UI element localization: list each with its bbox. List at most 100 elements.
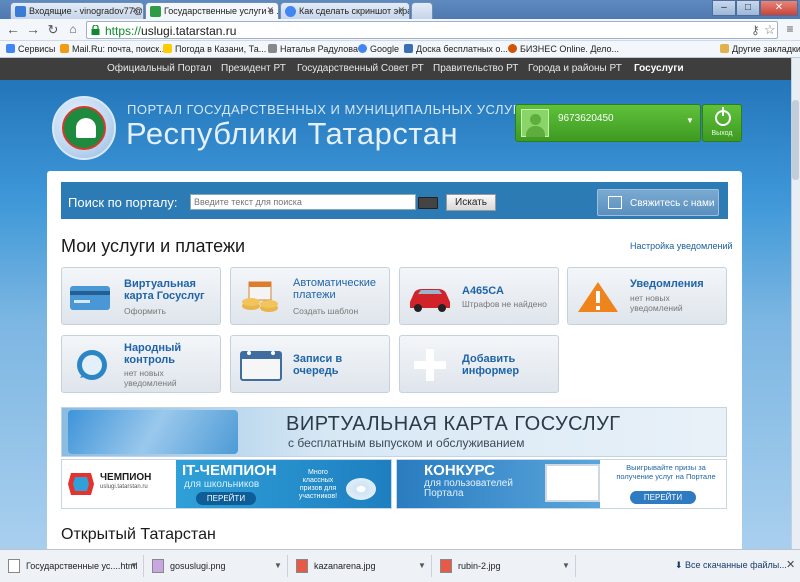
search-button[interactable]: Искать <box>446 194 496 211</box>
card-title: Добавить информер <box>462 353 520 377</box>
bookmark-business[interactable]: БИЗНЕС Online. Дело... <box>508 43 619 55</box>
board-icon <box>404 44 413 53</box>
card-subtitle: Создать шаблон <box>293 306 359 316</box>
tab-gosuslugi[interactable]: Государственные услуги в ... ✕ <box>145 2 279 20</box>
card-subtitle: Штрафов не найдено <box>462 299 547 309</box>
forward-icon[interactable]: → <box>26 22 40 38</box>
search-label: Поиск по порталу: <box>68 195 178 210</box>
car-icon <box>410 289 450 312</box>
lock-icon <box>91 25 100 35</box>
card-subtitle: нет новых уведомлений <box>630 293 683 313</box>
contact-button[interactable]: Свяжитесь с нами <box>597 189 719 216</box>
close-icon[interactable]: ✕ <box>266 5 274 16</box>
page-content-layer: Поиск по порталу: Искать Свяжитесь с нам… <box>0 58 791 549</box>
url-host: uslugi.tatarstan.ru <box>141 24 237 38</box>
download-item[interactable]: rubin-2.jpg ▼ <box>434 555 576 577</box>
it-promo-button[interactable]: ПЕРЕЙТИ <box>196 492 256 505</box>
calendar-icon <box>240 351 282 381</box>
url-scheme: https:// <box>105 24 142 38</box>
download-item[interactable]: Государственные ус....html ▼ <box>2 555 144 577</box>
download-arrow-icon: ⬇ <box>675 560 686 570</box>
browser-toolbar: ← → ↻ ⌂ https://uslugi.tatarstan.ru ⚷ ☆ … <box>0 19 800 41</box>
chat-bubble-icon <box>77 350 107 380</box>
bookmark-label: БИЗНЕС Online. Дело... <box>520 44 619 54</box>
bookmark-services[interactable]: Сервисы <box>6 43 55 55</box>
chevron-down-icon[interactable]: ▼ <box>274 561 282 570</box>
card-add-informer[interactable]: Добавить информер <box>399 335 559 393</box>
card-title: Записи в очередь <box>293 353 343 377</box>
chevron-down-icon[interactable]: ▼ <box>130 561 138 570</box>
coins-calendar-icon <box>242 281 278 312</box>
business-icon <box>508 44 517 53</box>
card-notifications[interactable]: Уведомления нет новых уведомлений <box>567 267 727 325</box>
weather-icon <box>163 44 172 53</box>
card-auto-payments[interactable]: Автоматические платежи Создать шаблон <box>230 267 390 325</box>
bookmark-label: Наталья Радулова <box>280 44 358 54</box>
bookmarks-bar: Сервисы Mail.Ru: почта, поиск... Погода … <box>0 41 800 58</box>
bookmark-other[interactable]: Другие закладки <box>720 43 800 55</box>
contest-subtitle: для пользователей Портала <box>424 478 513 499</box>
download-filename: kazanarena.jpg <box>314 561 376 571</box>
card-people-control[interactable]: Народный контроль нет новых уведомлений <box>61 335 221 393</box>
all-downloads-label: Все скачанные файлы... <box>685 560 787 570</box>
bank-card-icon <box>70 286 110 310</box>
download-item[interactable]: gosuslugi.png ▼ <box>146 555 288 577</box>
gosuslugi-icon <box>150 6 161 17</box>
maximize-button[interactable]: □ <box>736 0 760 16</box>
keyboard-icon[interactable] <box>418 197 438 209</box>
champion-url: uslugi.tatarstan.ru <box>100 484 148 490</box>
tab-screenshot[interactable]: Как сделать скриншот экра... ✕ <box>280 2 410 19</box>
image-file-icon <box>152 559 164 573</box>
address-bar[interactable]: https://uslugi.tatarstan.ru ⚷ ☆ <box>86 21 778 39</box>
chevron-down-icon[interactable]: ▼ <box>562 561 570 570</box>
bookmark-board[interactable]: Доска бесплатных о... <box>404 43 508 55</box>
card-title: Уведомления <box>630 278 704 290</box>
back-icon[interactable]: ← <box>6 22 20 38</box>
image-file-icon <box>440 559 452 573</box>
bookmark-weather[interactable]: Погода в Казани, Та... <box>163 43 266 55</box>
close-icon[interactable]: ✕ <box>786 558 795 571</box>
window-close-button[interactable]: ✕ <box>760 0 798 16</box>
champion-logo-icon <box>68 473 94 495</box>
cd-disc-icon <box>346 478 376 500</box>
bookmark-google[interactable]: Google <box>358 43 399 55</box>
chevron-down-icon[interactable]: ▼ <box>418 561 426 570</box>
bookmark-mailru[interactable]: Mail.Ru: почта, поиск... <box>60 43 167 55</box>
search-input[interactable] <box>190 194 416 210</box>
download-filename: gosuslugi.png <box>170 561 226 571</box>
notification-settings-link[interactable]: Настройка уведомлений <box>630 241 733 251</box>
card-queue[interactable]: Записи в очередь <box>230 335 390 393</box>
bookmark-label: Сервисы <box>18 44 56 54</box>
page-icon <box>268 44 277 53</box>
card-title: А465СА <box>462 285 504 297</box>
contact-label: Свяжитесь с нами <box>630 198 715 209</box>
download-item[interactable]: kazanarena.jpg ▼ <box>290 555 432 577</box>
close-icon[interactable]: ✕ <box>131 5 139 16</box>
contest-button[interactable]: ПЕРЕЙТИ <box>630 491 696 504</box>
browser-tab-strip: Входящие - vinogradov77@... ✕ Государств… <box>0 0 800 20</box>
tab-inbox[interactable]: Входящие - vinogradov77@... ✕ <box>10 2 144 19</box>
edit-icon <box>608 196 622 209</box>
reload-icon[interactable]: ↻ <box>46 22 60 38</box>
champion-brand: ЧЕМПИОН <box>100 472 152 483</box>
google-icon <box>358 44 367 53</box>
download-filename: Государственные ус....html <box>26 561 138 571</box>
menu-icon[interactable]: ≡ <box>783 22 797 38</box>
new-tab-button[interactable] <box>411 2 433 19</box>
bookmark-radulova[interactable]: Наталья Радулова <box>268 43 358 55</box>
download-filename: rubin-2.jpg <box>458 561 501 571</box>
card-virtual-card[interactable]: Виртуальная карта Госуслуг Оформить <box>61 267 221 325</box>
home-icon[interactable]: ⌂ <box>66 22 80 38</box>
minimize-button[interactable]: – <box>712 0 736 16</box>
close-icon[interactable]: ✕ <box>397 5 405 16</box>
key-icon[interactable]: ⚷ <box>751 23 760 37</box>
star-icon[interactable]: ☆ <box>764 22 776 38</box>
scrollbar-thumb[interactable] <box>792 100 799 180</box>
folder-icon <box>720 44 729 53</box>
tab-label: Входящие - vinogradov77@... <box>29 6 144 16</box>
card-car-fines[interactable]: А465СА Штрафов не найдено <box>399 267 559 325</box>
mailru-icon <box>60 44 69 53</box>
url-text: https://uslugi.tatarstan.ru <box>105 24 236 38</box>
warning-icon <box>578 282 618 312</box>
all-downloads-link[interactable]: ⬇ Все скачанные файлы... <box>675 560 787 571</box>
